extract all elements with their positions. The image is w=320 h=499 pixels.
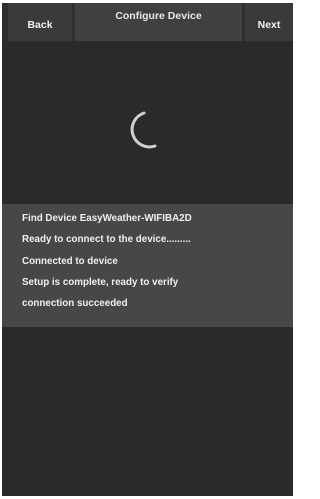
back-button[interactable]: Back: [8, 3, 72, 41]
loading-spinner-icon: [130, 111, 157, 149]
configure-device-screen: Back Configure Device Next Find Device E…: [2, 3, 293, 496]
status-log: Find Device EasyWeather-WIFIBA2D Ready t…: [22, 208, 192, 314]
status-line-succeeded: connection succeeded: [22, 298, 128, 310]
status-line-find-device: Find Device EasyWeather-WIFIBA2D: [22, 213, 192, 224]
next-button[interactable]: Next: [245, 3, 293, 41]
top-bar: Back Configure Device Next: [2, 3, 293, 41]
status-line-connected: Connected to device: [22, 255, 118, 267]
status-log-panel: Find Device EasyWeather-WIFIBA2D Ready t…: [2, 204, 293, 327]
status-line-ready: Ready to connect to the device.........: [22, 234, 191, 246]
status-line-setup-complete: Setup is complete, ready to verify: [22, 276, 179, 288]
page-title: Configure Device: [75, 3, 242, 41]
